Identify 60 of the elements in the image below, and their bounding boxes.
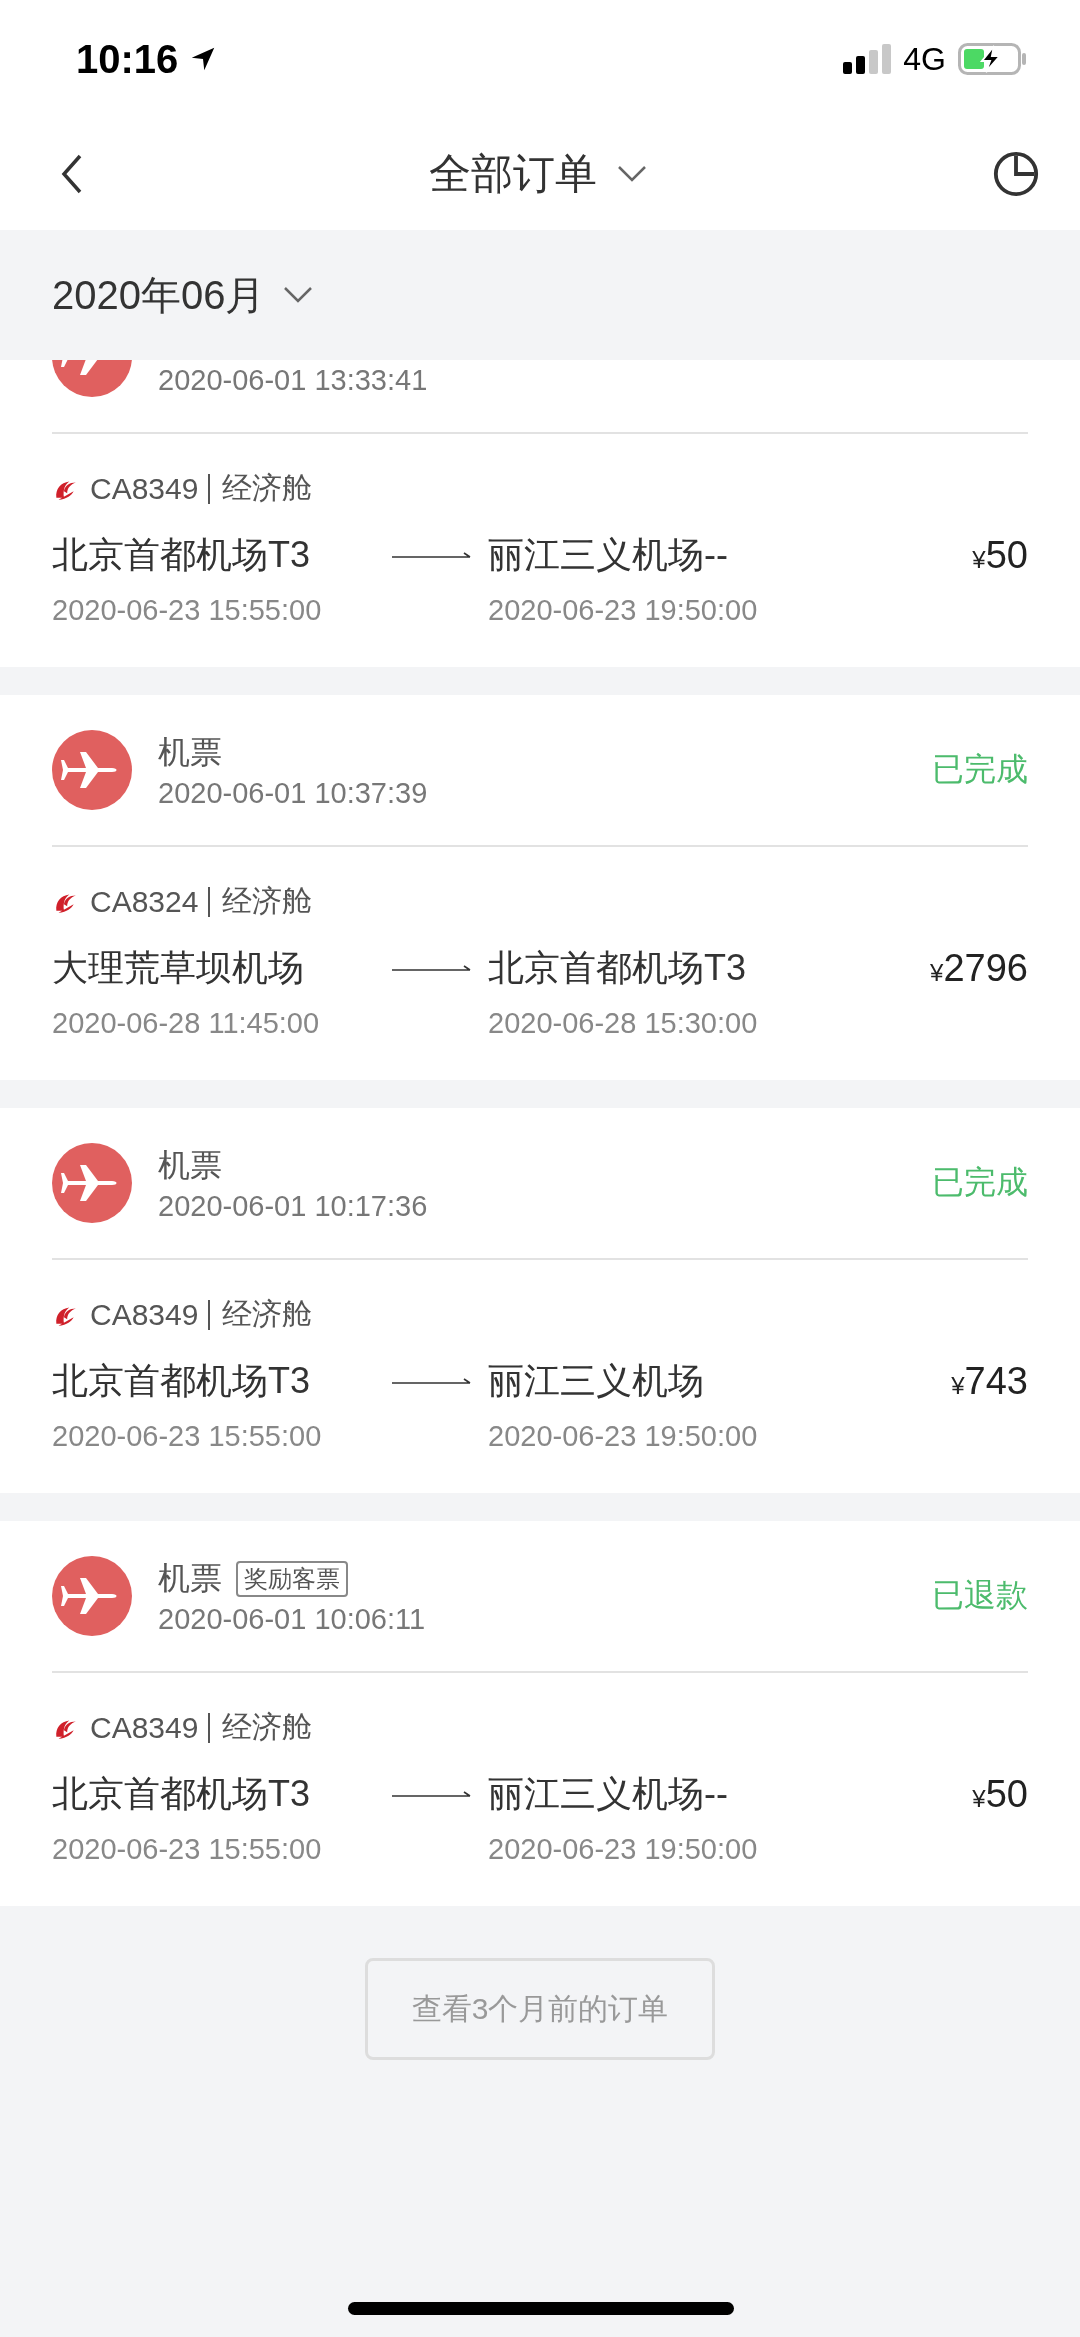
airplane-icon	[52, 1143, 132, 1223]
order-card[interactable]: 机票 2020-06-01 10:37:39 已完成 CA8324 经济舱 大理荒草坝机场 北京首都机场T3 ¥2796 2020-06-28 11:45:00 2020-06-28 15:30:00	[0, 695, 1080, 1080]
route-arrow-icon	[392, 1377, 472, 1386]
order-status: 已完成	[932, 1163, 1028, 1202]
pie-chart-icon[interactable]	[992, 150, 1040, 198]
chevron-down-icon[interactable]	[617, 165, 647, 183]
cabin-class: 经济舱	[222, 883, 313, 919]
arrival-time: 2020-06-28 15:30:00	[488, 1007, 759, 1040]
order-card[interactable]: 2020-06-01 13:33:41 CA8349 经济舱 北京首都机场T3 丽江三义机场-- ¥50 2020-06-23 15:55:00 2020-06-23 19:50:00	[0, 360, 1080, 667]
route-arrow-icon	[392, 964, 472, 973]
arrival-airport: 北京首都机场T3	[488, 946, 747, 990]
signal-icon	[843, 44, 892, 74]
arrival-airport: 丽江三义机场	[488, 1359, 705, 1403]
order-status: 已完成	[932, 750, 1028, 789]
departure-time: 2020-06-23 15:55:00	[52, 1420, 323, 1453]
order-price: ¥50	[972, 1773, 1028, 1816]
order-time: 2020-06-01 10:17:36	[158, 1189, 428, 1223]
flight-number: CA8349	[90, 473, 211, 504]
order-time: 2020-06-01 13:33:41	[158, 363, 428, 397]
airplane-icon	[52, 1556, 132, 1636]
order-status: 已退款	[932, 1576, 1028, 1615]
airplane-icon	[52, 730, 132, 810]
ticket-tag: 奖励客票	[236, 1560, 348, 1597]
status-time: 10:16	[76, 36, 179, 82]
arrival-airport: 丽江三义机场--	[488, 1772, 729, 1816]
departure-airport: 北京首都机场T3	[52, 1359, 311, 1403]
departure-airport: 大理荒草坝机场	[52, 946, 305, 990]
departure-time: 2020-06-23 15:55:00	[52, 594, 323, 627]
order-price: ¥2796	[930, 947, 1028, 990]
network-label: 4G	[903, 40, 946, 78]
order-type: 机票	[158, 1145, 222, 1185]
cabin-class: 经济舱	[222, 1709, 313, 1745]
order-time: 2020-06-01 10:06:11	[158, 1602, 426, 1636]
arrival-time: 2020-06-23 19:50:00	[488, 1833, 759, 1866]
order-type: 机票	[158, 732, 222, 772]
departure-airport: 北京首都机场T3	[52, 1772, 311, 1816]
order-card[interactable]: 机票 2020-06-01 10:17:36 已完成 CA8349 经济舱 北京首都机场T3 丽江三义机场 ¥743 2020-06-23 15:55:00 2020-06-23 19:50:00	[0, 1108, 1080, 1493]
flight-number: CA8349	[90, 1712, 211, 1743]
order-card[interactable]: 机票 奖励客票 2020-06-01 10:06:11 已退款 CA8349 经济舱 北京首都机场T3 丽江三义机场-- ¥50 2020-06-23 15:55:00 2020-06-23 19:50:00	[0, 1521, 1080, 1906]
chevron-down-icon[interactable]	[283, 286, 314, 304]
departure-time: 2020-06-23 15:55:00	[52, 1833, 323, 1866]
order-price: ¥50	[972, 534, 1028, 577]
cabin-class: 经济舱	[222, 1296, 313, 1332]
arrival-time: 2020-06-23 19:50:00	[488, 594, 759, 627]
arrival-time: 2020-06-23 19:50:00	[488, 1420, 759, 1453]
flight-number: CA8324	[90, 886, 211, 917]
arrival-airport: 丽江三义机场--	[488, 533, 729, 577]
flight-number: CA8349	[90, 1299, 211, 1330]
order-time: 2020-06-01 10:37:39	[158, 776, 428, 810]
departure-airport: 北京首都机场T3	[52, 533, 311, 577]
month-selector[interactable]: 2020年06月	[52, 267, 266, 323]
order-type: 机票	[158, 1558, 222, 1598]
page-title[interactable]: 全部订单	[429, 146, 597, 202]
battery-charging-icon	[958, 43, 1028, 75]
route-arrow-icon	[392, 1790, 472, 1799]
order-price: ¥743	[951, 1360, 1028, 1403]
cabin-class: 经济舱	[222, 470, 313, 506]
route-arrow-icon	[392, 551, 472, 560]
back-icon[interactable]	[60, 154, 84, 194]
departure-time: 2020-06-28 11:45:00	[52, 1007, 321, 1040]
